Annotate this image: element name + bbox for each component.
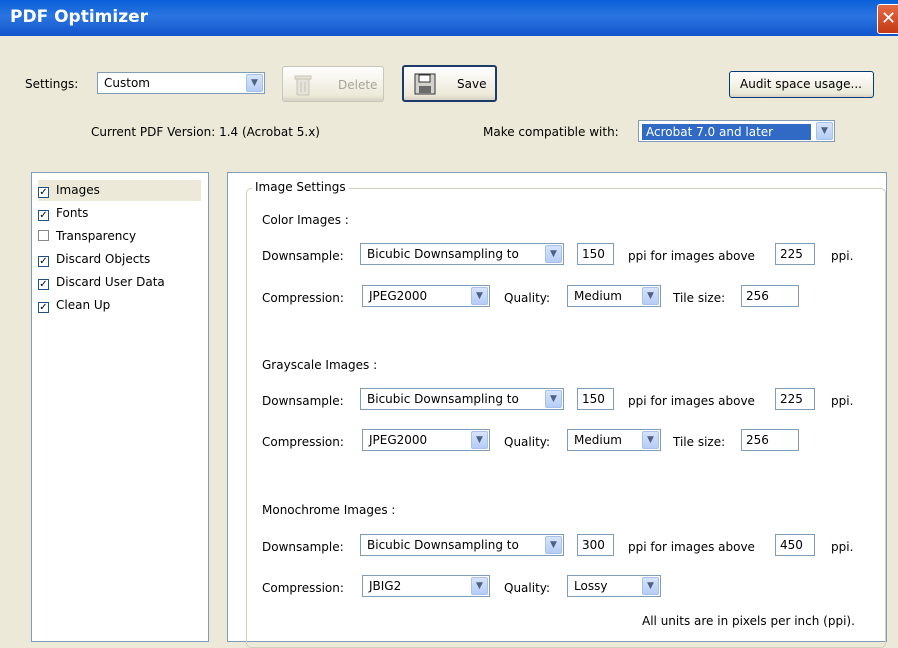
mono-quality-label: Quality: bbox=[504, 581, 551, 595]
window-title: PDF Optimizer bbox=[10, 7, 149, 27]
delete-button[interactable]: Delete bbox=[282, 66, 384, 102]
chevron-down-icon[interactable]: ▼ bbox=[246, 74, 263, 92]
settings-dropdown[interactable]: Custom ▼ bbox=[97, 72, 265, 94]
checkmark-icon[interactable]: ✓ bbox=[38, 187, 49, 198]
checkmark-icon[interactable]: ✓ bbox=[38, 302, 49, 313]
units-note: All units are in pixels per inch (ppi). bbox=[642, 614, 855, 628]
mono-downsample-label: Downsample: bbox=[262, 540, 344, 554]
dropdown-value: Bicubic Downsampling to bbox=[367, 247, 519, 261]
chevron-down-icon[interactable]: ▼ bbox=[471, 287, 488, 305]
mono-compression-dropdown[interactable]: JBIG2 ▼ bbox=[362, 575, 490, 597]
compat-label: Make compatible with: bbox=[483, 125, 619, 139]
dropdown-value: Bicubic Downsampling to bbox=[367, 392, 519, 406]
group-title: Image Settings bbox=[252, 180, 349, 194]
ppi-above-label: ppi for images above bbox=[628, 540, 755, 554]
category-item-fonts[interactable]: ✓ Fonts bbox=[38, 203, 88, 224]
color-downsample-dropdown[interactable]: Bicubic Downsampling to ▼ bbox=[360, 243, 564, 265]
grayscale-images-title: Grayscale Images : bbox=[262, 358, 378, 372]
chevron-down-icon[interactable]: ▼ bbox=[471, 577, 488, 595]
color-compression-dropdown[interactable]: JPEG2000 ▼ bbox=[362, 285, 490, 307]
color-ppi-input[interactable]: 150 bbox=[577, 243, 614, 265]
color-above-input[interactable]: 225 bbox=[775, 243, 815, 265]
dropdown-value: JPEG2000 bbox=[369, 433, 428, 447]
audit-label: Audit space usage... bbox=[740, 77, 862, 91]
checkbox-empty[interactable] bbox=[38, 230, 49, 241]
grayscale-compression-dropdown[interactable]: JPEG2000 ▼ bbox=[362, 429, 490, 451]
color-quality-dropdown[interactable]: Medium ▼ bbox=[567, 285, 661, 307]
settings-label: Settings: bbox=[25, 77, 79, 91]
grayscale-ppi-input[interactable]: 150 bbox=[577, 388, 614, 410]
floppy-disk-icon bbox=[414, 73, 436, 95]
category-item-transparency[interactable]: Transparency bbox=[38, 226, 136, 247]
close-icon: ✕ bbox=[880, 8, 897, 29]
ppi-label: ppi. bbox=[831, 540, 854, 554]
save-label: Save bbox=[457, 77, 487, 91]
color-compression-label: Compression: bbox=[262, 291, 344, 305]
color-downsample-label: Downsample: bbox=[262, 249, 344, 263]
dropdown-value: Medium bbox=[574, 433, 622, 447]
category-label: Fonts bbox=[56, 206, 89, 220]
dropdown-value: JPEG2000 bbox=[369, 289, 428, 303]
category-item-images[interactable]: ✓ Images bbox=[38, 180, 201, 201]
grayscale-compression-label: Compression: bbox=[262, 435, 344, 449]
dropdown-value: Lossy bbox=[574, 579, 608, 593]
color-images-title: Color Images : bbox=[262, 213, 349, 227]
category-item-discard-user-data[interactable]: ✓ Discard User Data bbox=[38, 272, 165, 293]
trash-icon bbox=[294, 75, 312, 96]
dropdown-value: Bicubic Downsampling to bbox=[367, 538, 519, 552]
save-button[interactable]: Save bbox=[402, 65, 497, 102]
mono-ppi-input[interactable]: 300 bbox=[577, 534, 614, 556]
color-tile-input[interactable]: 256 bbox=[741, 285, 799, 307]
chevron-down-icon[interactable]: ▼ bbox=[471, 431, 488, 449]
mono-above-input[interactable]: 450 bbox=[775, 534, 815, 556]
chevron-down-icon[interactable]: ▼ bbox=[642, 287, 659, 305]
current-version-text: Current PDF Version: 1.4 (Acrobat 5.x) bbox=[91, 125, 320, 139]
compat-dropdown[interactable]: Acrobat 7.0 and later ▼ bbox=[638, 120, 835, 142]
checkmark-icon[interactable]: ✓ bbox=[38, 279, 49, 290]
category-item-discard-objects[interactable]: ✓ Discard Objects bbox=[38, 249, 150, 270]
category-label: Discard User Data bbox=[56, 275, 165, 289]
category-item-clean-up[interactable]: ✓ Clean Up bbox=[38, 295, 110, 316]
chevron-down-icon[interactable]: ▼ bbox=[545, 390, 562, 408]
chevron-down-icon[interactable]: ▼ bbox=[642, 577, 659, 595]
ppi-above-label: ppi for images above bbox=[628, 249, 755, 263]
mono-compression-label: Compression: bbox=[262, 581, 344, 595]
category-label: Discard Objects bbox=[56, 252, 151, 266]
compat-value: Acrobat 7.0 and later bbox=[642, 124, 811, 140]
grayscale-downsample-label: Downsample: bbox=[262, 394, 344, 408]
chevron-down-icon[interactable]: ▼ bbox=[642, 431, 659, 449]
category-label: Images bbox=[56, 183, 100, 197]
ppi-above-label: ppi for images above bbox=[628, 394, 755, 408]
close-button[interactable]: ✕ bbox=[877, 4, 898, 34]
dropdown-value: Medium bbox=[574, 289, 622, 303]
audit-space-button[interactable]: Audit space usage... bbox=[729, 71, 874, 98]
monochrome-images-title: Monochrome Images : bbox=[262, 503, 396, 517]
dropdown-value: JBIG2 bbox=[369, 579, 402, 593]
grayscale-tile-label: Tile size: bbox=[673, 435, 726, 449]
mono-quality-dropdown[interactable]: Lossy ▼ bbox=[567, 575, 661, 597]
category-label: Transparency bbox=[56, 229, 137, 243]
checkmark-icon[interactable]: ✓ bbox=[38, 256, 49, 267]
grayscale-tile-input[interactable]: 256 bbox=[741, 429, 799, 451]
grayscale-above-input[interactable]: 225 bbox=[775, 388, 815, 410]
color-quality-label: Quality: bbox=[504, 291, 551, 305]
settings-value: Custom bbox=[104, 76, 150, 90]
chevron-down-icon[interactable]: ▼ bbox=[816, 122, 833, 140]
ppi-label: ppi. bbox=[831, 249, 854, 263]
delete-label: Delete bbox=[338, 78, 378, 92]
checkmark-icon[interactable]: ✓ bbox=[38, 210, 49, 221]
category-label: Clean Up bbox=[56, 298, 111, 312]
ppi-label: ppi. bbox=[831, 394, 854, 408]
grayscale-quality-dropdown[interactable]: Medium ▼ bbox=[567, 429, 661, 451]
color-tile-label: Tile size: bbox=[673, 291, 726, 305]
grayscale-quality-label: Quality: bbox=[504, 435, 551, 449]
grayscale-downsample-dropdown[interactable]: Bicubic Downsampling to ▼ bbox=[360, 388, 564, 410]
chevron-down-icon[interactable]: ▼ bbox=[545, 536, 562, 554]
mono-downsample-dropdown[interactable]: Bicubic Downsampling to ▼ bbox=[360, 534, 564, 556]
category-list: ✓ Images ✓ Fonts Transparency ✓ Discard Obj… bbox=[31, 172, 209, 642]
chevron-down-icon[interactable]: ▼ bbox=[545, 245, 562, 263]
